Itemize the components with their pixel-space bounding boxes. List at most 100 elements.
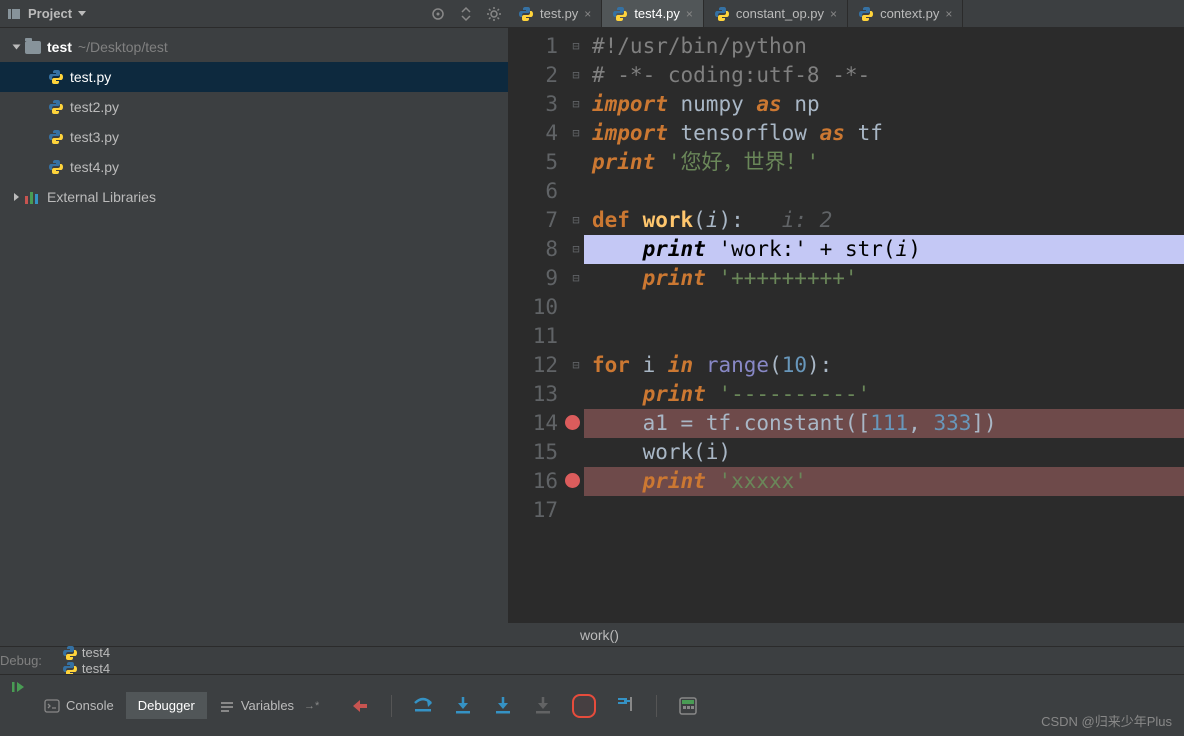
run-to-cursor-icon[interactable] xyxy=(614,695,636,717)
fold-mark[interactable] xyxy=(568,177,584,206)
editor-tab[interactable]: context.py× xyxy=(848,0,963,27)
editor-tab[interactable]: test.py× xyxy=(508,0,602,27)
line-number[interactable]: 9 xyxy=(508,264,558,293)
tab-console[interactable]: Console xyxy=(32,692,126,720)
line-number[interactable]: 1 xyxy=(508,32,558,61)
fold-mark[interactable]: ⊟ xyxy=(568,351,584,380)
step-into-my-code-icon[interactable] xyxy=(492,695,514,717)
session-label: test4 xyxy=(82,645,110,660)
evaluate-expression-icon[interactable] xyxy=(677,695,699,717)
line-number[interactable]: 11 xyxy=(508,322,558,351)
code-line[interactable]: print '----------' xyxy=(584,380,1184,409)
code-content[interactable]: #!/usr/bin/python# -*- coding:utf-8 -*-i… xyxy=(584,28,1184,622)
line-number[interactable]: 14 xyxy=(508,409,558,438)
project-sidebar: Project test ~/Desktop/test test.pytest2… xyxy=(0,0,508,646)
close-icon[interactable]: × xyxy=(945,7,952,21)
code-line[interactable]: print 'work:' + str(i) xyxy=(584,235,1184,264)
breakpoint-icon[interactable] xyxy=(565,473,580,488)
breadcrumb[interactable]: work() xyxy=(508,622,1184,646)
code-line[interactable]: for i in range(10): xyxy=(584,351,1184,380)
editor-tab[interactable]: constant_op.py× xyxy=(704,0,848,27)
line-number[interactable]: 5 xyxy=(508,148,558,177)
project-label: Project xyxy=(28,6,72,21)
line-number[interactable]: 16 xyxy=(508,467,558,496)
code-line[interactable]: #!/usr/bin/python xyxy=(584,32,1184,61)
fold-column[interactable]: ⊟⊟⊟⊟⊟⊟⊟⊟⊟ xyxy=(568,28,584,622)
chevron-down-icon[interactable] xyxy=(78,11,86,16)
project-view-icon[interactable] xyxy=(6,6,22,22)
chevron-down-icon[interactable] xyxy=(13,45,21,50)
code-line[interactable] xyxy=(584,496,1184,525)
line-number[interactable]: 12 xyxy=(508,351,558,380)
line-number[interactable]: 2 xyxy=(508,61,558,90)
editor-tab[interactable]: test4.py× xyxy=(602,0,704,27)
line-number[interactable]: 3 xyxy=(508,90,558,119)
close-icon[interactable]: × xyxy=(830,7,837,21)
code-line[interactable]: print 'xxxxx' xyxy=(584,467,1184,496)
code-line[interactable]: a1 = tf.constant([111, 333]) xyxy=(584,409,1184,438)
line-number[interactable]: 10 xyxy=(508,293,558,322)
fold-mark[interactable] xyxy=(568,293,584,322)
line-number[interactable]: 15 xyxy=(508,438,558,467)
gear-icon[interactable] xyxy=(486,6,502,22)
breakpoint-icon[interactable] xyxy=(565,415,580,430)
line-number[interactable]: 6 xyxy=(508,177,558,206)
tree-file[interactable]: test4.py xyxy=(0,152,508,182)
tab-variables[interactable]: Variables →* xyxy=(207,692,332,720)
external-libraries[interactable]: External Libraries xyxy=(0,182,508,212)
debug-tab-bar: Console Debugger Variables →* xyxy=(32,690,331,722)
chevron-right-icon[interactable] xyxy=(14,193,19,201)
line-number[interactable]: 4 xyxy=(508,119,558,148)
fold-mark[interactable] xyxy=(568,438,584,467)
fold-mark[interactable]: ⊟ xyxy=(568,61,584,90)
python-file-icon xyxy=(48,99,64,115)
resume-icon[interactable] xyxy=(10,679,26,695)
fold-mark[interactable] xyxy=(568,380,584,409)
code-line[interactable] xyxy=(584,177,1184,206)
debug-toolbar: Console Debugger Variables →* xyxy=(0,674,1184,736)
code-line[interactable]: import numpy as np xyxy=(584,90,1184,119)
fold-mark[interactable]: ⊟ xyxy=(568,119,584,148)
line-number[interactable]: 13 xyxy=(508,380,558,409)
tree-root[interactable]: test ~/Desktop/test xyxy=(0,32,508,62)
code-line[interactable] xyxy=(584,322,1184,351)
code-line[interactable]: print '+++++++++' xyxy=(584,264,1184,293)
external-libs-label: External Libraries xyxy=(47,189,156,205)
code-line[interactable] xyxy=(584,293,1184,322)
step-over-icon[interactable] xyxy=(412,695,434,717)
code-line[interactable]: print '您好，世界！' xyxy=(584,148,1184,177)
line-number[interactable]: 8 xyxy=(508,235,558,264)
fold-mark[interactable] xyxy=(568,322,584,351)
tree-file[interactable]: test2.py xyxy=(0,92,508,122)
fold-mark[interactable]: ⊟ xyxy=(568,235,584,264)
show-execution-point-icon[interactable] xyxy=(349,695,371,717)
fold-mark[interactable]: ⊟ xyxy=(568,90,584,119)
line-number[interactable]: 7 xyxy=(508,206,558,235)
force-step-into-icon[interactable] xyxy=(532,695,554,717)
code-line[interactable]: # -*- coding:utf-8 -*- xyxy=(584,61,1184,90)
fold-mark[interactable]: ⊟ xyxy=(568,32,584,61)
debug-header: Debug: test4test4 xyxy=(0,646,1184,674)
line-gutter[interactable]: 1234567891011121314151617 xyxy=(508,28,568,622)
tab-debugger[interactable]: Debugger xyxy=(126,692,207,719)
step-out-icon[interactable] xyxy=(572,694,596,718)
code-line[interactable]: work(i) xyxy=(584,438,1184,467)
locate-icon[interactable] xyxy=(430,6,446,22)
fold-mark[interactable]: ⊟ xyxy=(568,264,584,293)
file-name: test4.py xyxy=(70,159,119,175)
debug-session[interactable]: test4 xyxy=(62,645,110,661)
close-icon[interactable]: × xyxy=(584,7,591,21)
code-line[interactable]: def work(i): i: 2 xyxy=(584,206,1184,235)
tree-file[interactable]: test.py xyxy=(0,62,508,92)
debug-panel: Debug: test4test4 Console Debugger Varia… xyxy=(0,646,1184,736)
step-into-icon[interactable] xyxy=(452,695,474,717)
tree-file[interactable]: test3.py xyxy=(0,122,508,152)
code-editor[interactable]: 1234567891011121314151617 ⊟⊟⊟⊟⊟⊟⊟⊟⊟ #!/u… xyxy=(508,28,1184,622)
line-number[interactable]: 17 xyxy=(508,496,558,525)
close-icon[interactable]: × xyxy=(686,7,693,21)
code-line[interactable]: import tensorflow as tf xyxy=(584,119,1184,148)
fold-mark[interactable]: ⊟ xyxy=(568,206,584,235)
collapse-icon[interactable] xyxy=(458,6,474,22)
fold-mark[interactable] xyxy=(568,148,584,177)
fold-mark[interactable] xyxy=(568,496,584,525)
